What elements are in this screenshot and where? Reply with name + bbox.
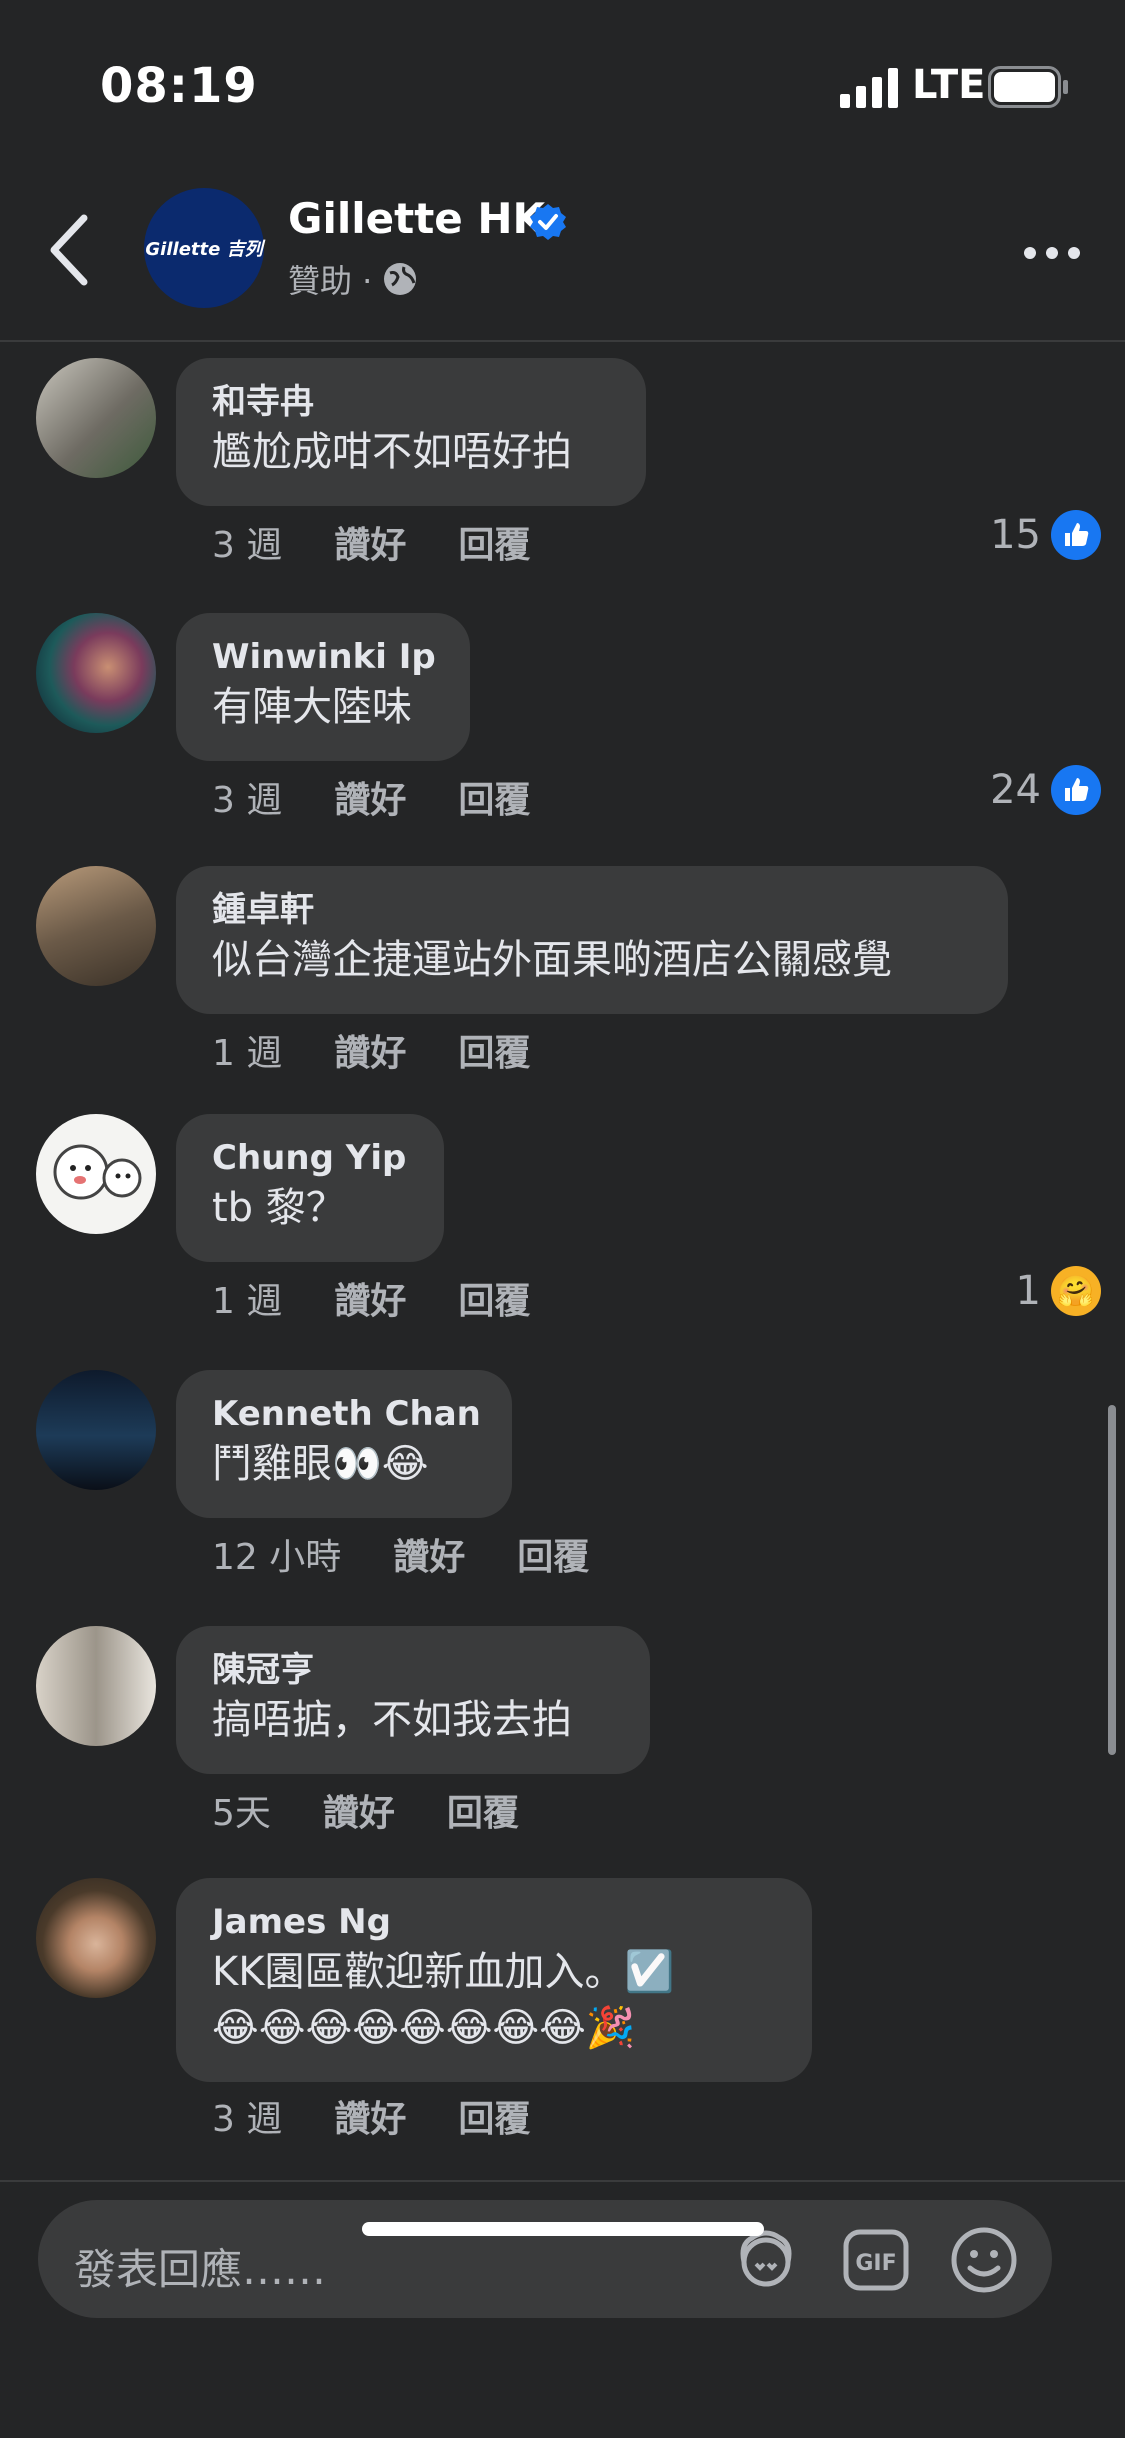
like-reaction-icon (1051, 765, 1101, 815)
comment-input[interactable]: 發表回應…… GIF (38, 2200, 1052, 2318)
comment-bubble[interactable]: Kenneth Chan 鬥雞眼👀😂 (176, 1370, 512, 1518)
page-name[interactable]: Gillette HK (288, 194, 545, 243)
home-indicator[interactable] (362, 2222, 764, 2236)
comment-input-placeholder: 發表回應…… (74, 2245, 327, 2294)
comment-bubble[interactable]: 和寺冉 尷尬成咁不如唔好拍 (176, 358, 646, 506)
comment-time: 1 週 (212, 1281, 283, 1322)
comment-bubble[interactable]: Chung Yip tb 黎？ (176, 1114, 444, 1262)
comment-author[interactable]: 陳冠亨 (212, 1648, 614, 1692)
like-button[interactable]: 讚好 (334, 1272, 406, 1324)
comment-author[interactable]: Kenneth Chan (212, 1392, 481, 1436)
comment-author[interactable]: 和寺冉 (212, 380, 610, 424)
avatar[interactable] (36, 1626, 156, 1746)
comment-time: 3 週 (212, 2099, 283, 2140)
like-button[interactable]: 讚好 (334, 2090, 406, 2142)
comment-text-line2: 😂😂😂😂😂😂😂😂🎉 (212, 2005, 636, 2051)
scrollbar[interactable] (1108, 1405, 1116, 1755)
comment-actions: 1 週 讚好 回覆 (212, 1272, 530, 1324)
cartoon-avatar-icon (53, 1144, 142, 1200)
avatar[interactable] (36, 1878, 156, 1998)
reply-button[interactable]: 回覆 (458, 2090, 530, 2142)
reply-button[interactable]: 回覆 (458, 516, 530, 568)
status-time: 08:19 (100, 58, 258, 114)
reaction-summary[interactable]: 24 (990, 765, 1101, 815)
comment-author[interactable]: 鍾卓軒 (212, 888, 972, 932)
comment-actions: 3 週 讚好 回覆 (212, 2090, 530, 2142)
reply-button[interactable]: 回覆 (447, 1784, 519, 1836)
comment-actions: 3 週 讚好 回覆 (212, 516, 530, 568)
reaction-count: 15 (990, 512, 1041, 558)
emoji-icon[interactable] (946, 2222, 1022, 2298)
comment-time: 3 週 (212, 780, 283, 821)
comment-actions: 12 小時 讚好 回覆 (212, 1528, 589, 1580)
comment-time: 5天 (212, 1793, 271, 1834)
avatar[interactable] (36, 1370, 156, 1490)
sponsored-label-row: 贊助 · (288, 256, 418, 302)
like-button[interactable]: 讚好 (334, 516, 406, 568)
comment-text: tb 黎？ (212, 1185, 346, 1231)
comment-text: 有陣大陸味 (212, 684, 412, 730)
comment-time: 1 週 (212, 1033, 283, 1074)
care-reaction-icon: 🤗 (1051, 1266, 1101, 1316)
reply-button[interactable]: 回覆 (517, 1528, 589, 1580)
comment-bubble[interactable]: 鍾卓軒 似台灣企捷運站外面果啲酒店公關感覺 (176, 866, 1008, 1014)
gif-label: GIF (855, 2251, 896, 2276)
comment-actions: 5天 讚好 回覆 (212, 1784, 519, 1836)
comment-text: 尷尬成咁不如唔好拍 (212, 429, 572, 475)
page-logo-text: Gillette 吉列 (145, 239, 263, 260)
avatar[interactable] (36, 613, 156, 733)
back-arrow-icon[interactable] (44, 210, 94, 290)
globe-icon (384, 263, 417, 295)
comment-bubble[interactable]: Winwinki Ip 有陣大陸味 (176, 613, 470, 761)
reaction-summary[interactable]: 1 🤗 (1016, 1266, 1101, 1316)
comment-author[interactable]: Winwinki Ip (212, 635, 436, 679)
comment-text: KK園區歡迎新血加入。☑️ (212, 1949, 675, 1995)
comment-text: 搞唔掂，不如我去拍 (212, 1697, 572, 1743)
comment-time: 12 小時 (212, 1537, 342, 1578)
like-button[interactable]: 讚好 (393, 1528, 465, 1580)
like-button[interactable]: 讚好 (334, 1024, 406, 1076)
comment-author[interactable]: Chung Yip (212, 1136, 408, 1180)
post-header: Gillette 吉列 Gillette HK 贊助 · (0, 170, 1125, 342)
like-reaction-icon (1051, 510, 1101, 560)
avatar[interactable] (36, 866, 156, 986)
reaction-count: 24 (990, 767, 1041, 813)
more-options-icon[interactable] (1020, 238, 1084, 268)
like-button[interactable]: 讚好 (323, 1784, 395, 1836)
like-button[interactable]: 讚好 (334, 771, 406, 823)
battery-icon (988, 66, 1068, 108)
network-label: LTE (912, 62, 986, 108)
reaction-count: 1 (1015, 1268, 1041, 1314)
signal-icon (840, 68, 898, 108)
comment-bubble[interactable]: 陳冠亨 搞唔掂，不如我去拍 (176, 1626, 650, 1774)
gif-icon[interactable]: GIF (838, 2222, 914, 2298)
comment-author[interactable]: James Ng (212, 1900, 776, 1944)
comment-composer: 發表回應…… GIF (0, 2180, 1125, 2438)
comment-actions: 1 週 讚好 回覆 (212, 1024, 530, 1076)
reply-button[interactable]: 回覆 (458, 771, 530, 823)
comment-actions: 3 週 讚好 回覆 (212, 771, 530, 823)
avatar[interactable] (36, 358, 156, 478)
avatar[interactable] (36, 1114, 156, 1234)
sponsored-label: 贊助 · (288, 262, 373, 300)
page-avatar[interactable]: Gillette 吉列 (144, 188, 264, 308)
reaction-summary[interactable]: 15 (990, 510, 1101, 560)
status-bar: 08:19 LTE (0, 0, 1125, 170)
comment-text: 似台灣企捷運站外面果啲酒店公關感覺 (212, 937, 892, 983)
reply-button[interactable]: 回覆 (458, 1024, 530, 1076)
reply-button[interactable]: 回覆 (458, 1272, 530, 1324)
verified-badge-icon (530, 204, 566, 240)
comment-bubble[interactable]: James Ng KK園區歡迎新血加入。☑️ 😂😂😂😂😂😂😂😂🎉 (176, 1878, 812, 2082)
comment-text: 鬥雞眼👀😂 (212, 1441, 429, 1487)
comment-time: 3 週 (212, 525, 283, 566)
